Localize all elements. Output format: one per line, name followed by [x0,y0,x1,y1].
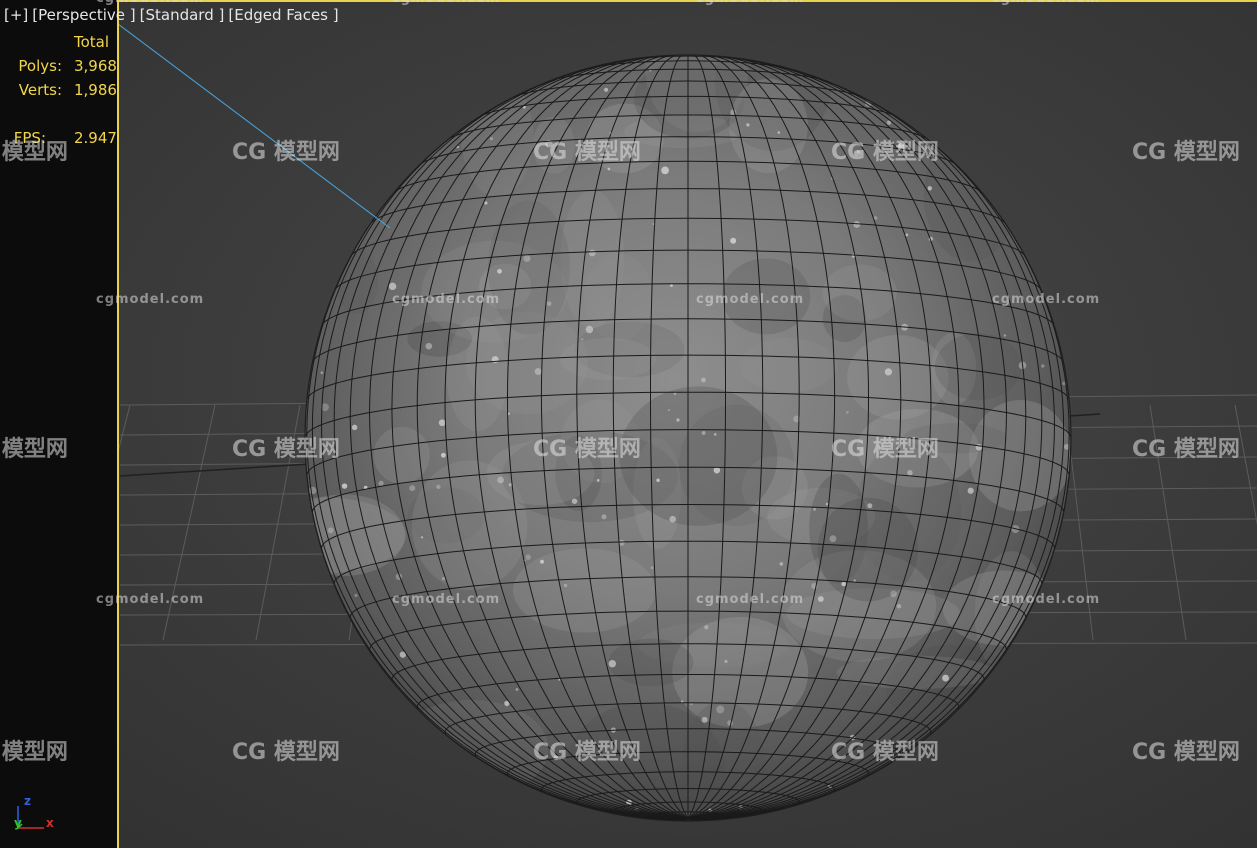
watermark-logo: CG 模型网 [533,740,641,765]
watermark-text: cgmodel.com [696,292,805,307]
viewport-left-margin [0,0,118,848]
watermark-logo: CG 模型网 [533,140,641,165]
watermark-logo: CG 模型网 [232,437,340,462]
axis-tripod-icon: z y x [10,790,70,838]
watermark-text: cgmodel.com [992,0,1100,6]
watermark-logo: CG 模型网 [1132,740,1240,765]
watermark-logo: CG 模型网 [232,740,340,765]
watermark-logo: CG 模型网 [1132,140,1240,165]
watermark-logo: CG 模型网 [232,140,340,165]
viewport-general-menu[interactable]: [+] [4,6,28,24]
scene-canvas[interactable] [0,0,1257,848]
light-target-line [117,23,391,229]
watermark-text: cgmodel.com [96,592,205,607]
stats-verts-value: 1,986 [74,81,117,99]
viewport-point-of-view-menu[interactable]: [Perspective ] [32,6,135,24]
active-viewport-border-left [117,0,119,848]
stats-total-label: Total [74,33,110,51]
watermark-logo: CG 模型网 [533,437,641,462]
watermark-text: cgmodel.com [392,592,501,607]
watermark-text: cgmodel.com [992,292,1101,307]
viewport-display-style-menu[interactable]: [Edged Faces ] [228,6,338,24]
3d-viewport[interactable]: [+] [Perspective ] [Standard ] [Edged Faces… [0,0,1257,848]
moon-sphere[interactable] [242,7,1072,839]
watermark-logo: CG 模型网 [831,437,939,462]
watermark-text: cgmodel.com [696,0,804,6]
watermark-text: cgmodel.com [992,592,1101,607]
watermark-text: cgmodel.com [96,0,204,6]
watermark-text: cgmodel.com [392,292,501,307]
axis-y-label: y [14,816,22,830]
watermark-text: cgmodel.com [392,0,500,6]
watermark-text: cgmodel.com [96,292,205,307]
watermark-logo: CG 模型网 [0,740,68,765]
viewport-shading-menu[interactable]: [Standard ] [140,6,225,24]
watermark-logo: CG 模型网 [831,140,939,165]
stats-verts-label: Verts: [18,81,62,99]
watermark-logo: CG 模型网 [831,740,939,765]
viewport-label-menu: [+] [Perspective ] [Standard ] [Edged Faces… [4,6,343,24]
watermark-logo: CG 模型网 [0,437,68,462]
watermark-logo: CG 模型网 [1132,437,1240,462]
stats-fps-value: 2.947 [74,129,117,147]
axis-z-label: z [24,794,31,808]
axis-x-label: x [46,816,54,830]
stats-polys-label: Polys: [18,57,62,75]
watermark-logo: CG 模型网 [0,140,68,165]
stats-polys-value: 3,968 [74,57,117,75]
watermark-text: cgmodel.com [696,592,805,607]
